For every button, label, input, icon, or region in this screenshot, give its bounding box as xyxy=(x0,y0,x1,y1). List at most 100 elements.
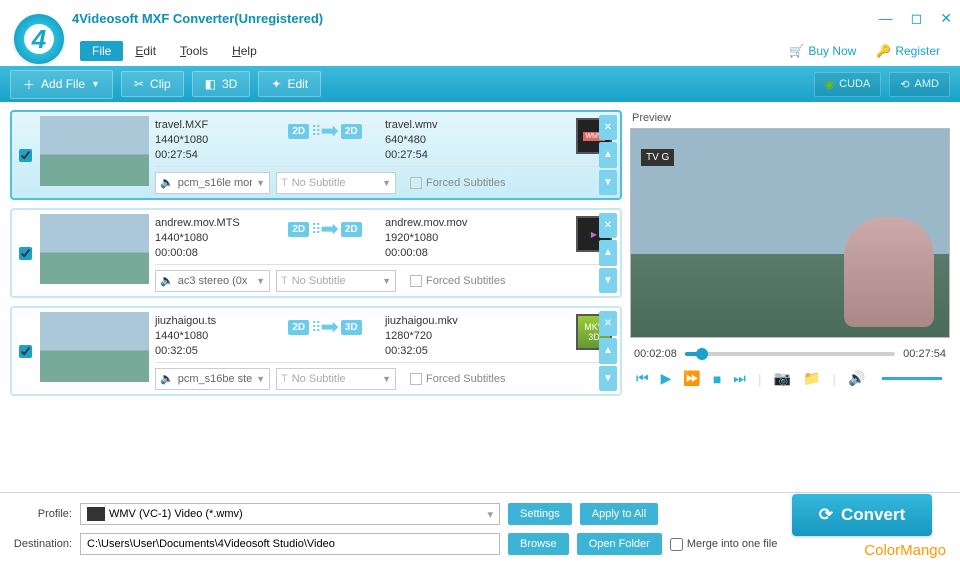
nvidia-icon: ◉ xyxy=(825,78,835,91)
clip-button[interactable]: ✂Clip xyxy=(121,71,184,97)
wand-icon: ✦ xyxy=(271,77,281,91)
watermark: ColorMango xyxy=(864,542,946,560)
convert-button[interactable]: ⟳Convert xyxy=(792,494,932,536)
move-up-icon[interactable]: ▲ xyxy=(599,338,617,363)
thumbnail xyxy=(40,312,149,382)
move-down-icon[interactable]: ▼ xyxy=(599,366,617,391)
remove-item-icon[interactable]: ✕ xyxy=(599,213,617,238)
edit-button[interactable]: ✦Edit xyxy=(258,71,321,97)
list-item[interactable]: travel.MXF1440*108000:27:54 2D⠿➡2D trave… xyxy=(10,110,622,200)
maximize-icon[interactable]: ◻ xyxy=(911,10,923,27)
scissors-icon: ✂ xyxy=(134,77,144,91)
subtitle-select[interactable]: TNo Subtitle▼ xyxy=(276,270,396,292)
merge-checkbox[interactable]: Merge into one file xyxy=(670,538,778,551)
chevron-down-icon: ▼ xyxy=(382,178,391,188)
profile-label: Profile: xyxy=(12,508,72,520)
add-file-button[interactable]: ＋Add File▼ xyxy=(10,70,113,99)
conversion-arrow: 2D⠿➡2D xyxy=(265,118,385,144)
thumbnail xyxy=(40,116,149,186)
amd-icon: ⟲ xyxy=(900,78,909,91)
chevron-down-icon: ▼ xyxy=(256,178,265,188)
person-silhouette xyxy=(844,217,934,327)
menu-help[interactable]: Help xyxy=(220,41,269,61)
time-total: 00:27:54 xyxy=(903,348,946,360)
forced-subtitles-checkbox[interactable]: Forced Subtitles xyxy=(410,177,505,189)
minimize-icon[interactable]: — xyxy=(879,10,893,27)
preview-label: Preview xyxy=(630,110,950,128)
chevron-down-icon: ▼ xyxy=(382,374,391,384)
profile-select[interactable]: WMV (VC-1) Video (*.wmv) ▾ xyxy=(80,503,500,525)
forced-subtitles-checkbox[interactable]: Forced Subtitles xyxy=(410,275,505,287)
titlebar: 4Videosoft MXF Converter(Unregistered) —… xyxy=(0,0,960,36)
remove-item-icon[interactable]: ✕ xyxy=(599,311,617,336)
remove-item-icon[interactable]: ✕ xyxy=(599,115,617,140)
text-icon: T xyxy=(281,373,288,385)
prev-icon[interactable]: ⏮ xyxy=(636,370,649,387)
subtitle-select[interactable]: TNo Subtitle▼ xyxy=(276,368,396,390)
move-down-icon[interactable]: ▼ xyxy=(599,268,617,293)
destination-input[interactable]: C:\Users\User\Documents\4Videosoft Studi… xyxy=(80,533,500,555)
apply-all-button[interactable]: Apply to All xyxy=(580,503,658,525)
subtitle-select[interactable]: TNo Subtitle▼ xyxy=(276,172,396,194)
file-list: travel.MXF1440*108000:27:54 2D⠿➡2D trave… xyxy=(10,110,622,484)
menu-edit[interactable]: Edit xyxy=(123,41,168,61)
conversion-arrow: 2D⠿➡2D xyxy=(265,216,385,242)
speaker-icon: 🔈 xyxy=(160,274,174,287)
close-icon[interactable]: ✕ xyxy=(940,10,952,27)
toolbar: ＋Add File▼ ✂Clip ◧3D ✦Edit ◉CUDA ⟲AMD xyxy=(0,66,960,102)
settings-button[interactable]: Settings xyxy=(508,503,572,525)
destination-label: Destination: xyxy=(12,538,72,550)
key-icon: 🔑 xyxy=(876,44,891,58)
conversion-arrow: 2D⠿➡3D xyxy=(265,314,385,340)
play-icon[interactable]: ▶ xyxy=(661,370,672,387)
volume-slider[interactable] xyxy=(882,377,942,380)
chevron-down-icon: ▾ xyxy=(487,508,493,521)
buy-now-link[interactable]: 🛒Buy Now xyxy=(789,44,856,58)
rating-badge: TV G xyxy=(641,149,674,166)
item-checkbox[interactable] xyxy=(16,312,34,390)
folder-icon[interactable]: 📁 xyxy=(803,370,820,387)
3d-button[interactable]: ◧3D xyxy=(192,71,251,97)
forced-subtitles-checkbox[interactable]: Forced Subtitles xyxy=(410,373,505,385)
audio-track-select[interactable]: 🔈pcm_s16le mor▼ xyxy=(155,172,270,194)
source-info: travel.MXF1440*108000:27:54 xyxy=(155,118,265,163)
stop-icon[interactable]: ■ xyxy=(713,371,721,387)
app-logo xyxy=(14,14,64,64)
cuda-toggle[interactable]: ◉CUDA xyxy=(814,72,882,97)
move-up-icon[interactable]: ▲ xyxy=(599,240,617,265)
fwd-icon[interactable]: ⏩ xyxy=(683,370,700,387)
source-info: jiuzhaigou.ts1440*108000:32:05 xyxy=(155,314,265,359)
audio-track-select[interactable]: 🔈ac3 stereo (0x▼ xyxy=(155,270,270,292)
snapshot-icon[interactable]: 📷 xyxy=(774,370,791,387)
source-info: andrew.mov.MTS1440*108000:00:08 xyxy=(155,216,265,261)
text-icon: T xyxy=(281,275,288,287)
menu-tools[interactable]: Tools xyxy=(168,41,220,61)
list-item[interactable]: andrew.mov.MTS1440*108000:00:08 2D⠿➡2D a… xyxy=(10,208,622,298)
list-item[interactable]: jiuzhaigou.ts1440*108000:32:05 2D⠿➡3D ji… xyxy=(10,306,622,396)
move-up-icon[interactable]: ▲ xyxy=(599,142,617,167)
item-checkbox[interactable] xyxy=(16,116,34,194)
seek-slider[interactable] xyxy=(685,352,895,356)
3d-icon: ◧ xyxy=(205,77,216,91)
menu-file[interactable]: File xyxy=(80,41,123,61)
dest-info: andrew.mov.mov1920*108000:00:08 xyxy=(385,216,495,261)
volume-icon[interactable]: 🔊 xyxy=(848,370,865,387)
audio-track-select[interactable]: 🔈pcm_s16be ste▼ xyxy=(155,368,270,390)
chevron-down-icon: ▼ xyxy=(256,374,265,384)
plus-icon: ＋ xyxy=(23,76,35,93)
preview-panel: Preview TV G 00:02:08 00:27:54 ⏮ ▶ ⏩ ■ ⏭… xyxy=(630,110,950,484)
window-title: 4Videosoft MXF Converter(Unregistered) xyxy=(72,11,323,26)
thumbnail xyxy=(40,214,149,284)
browse-button[interactable]: Browse xyxy=(508,533,569,555)
register-link[interactable]: 🔑Register xyxy=(876,44,940,58)
chevron-down-icon: ▼ xyxy=(91,79,100,89)
preview-frame[interactable]: TV G xyxy=(630,128,950,338)
open-folder-button[interactable]: Open Folder xyxy=(577,533,662,555)
item-checkbox[interactable] xyxy=(16,214,34,292)
next-icon[interactable]: ⏭ xyxy=(733,370,746,387)
cart-icon: 🛒 xyxy=(789,44,804,58)
format-icon xyxy=(87,507,105,521)
move-down-icon[interactable]: ▼ xyxy=(599,170,617,195)
speaker-icon: 🔈 xyxy=(160,176,174,189)
amd-toggle[interactable]: ⟲AMD xyxy=(889,72,950,97)
